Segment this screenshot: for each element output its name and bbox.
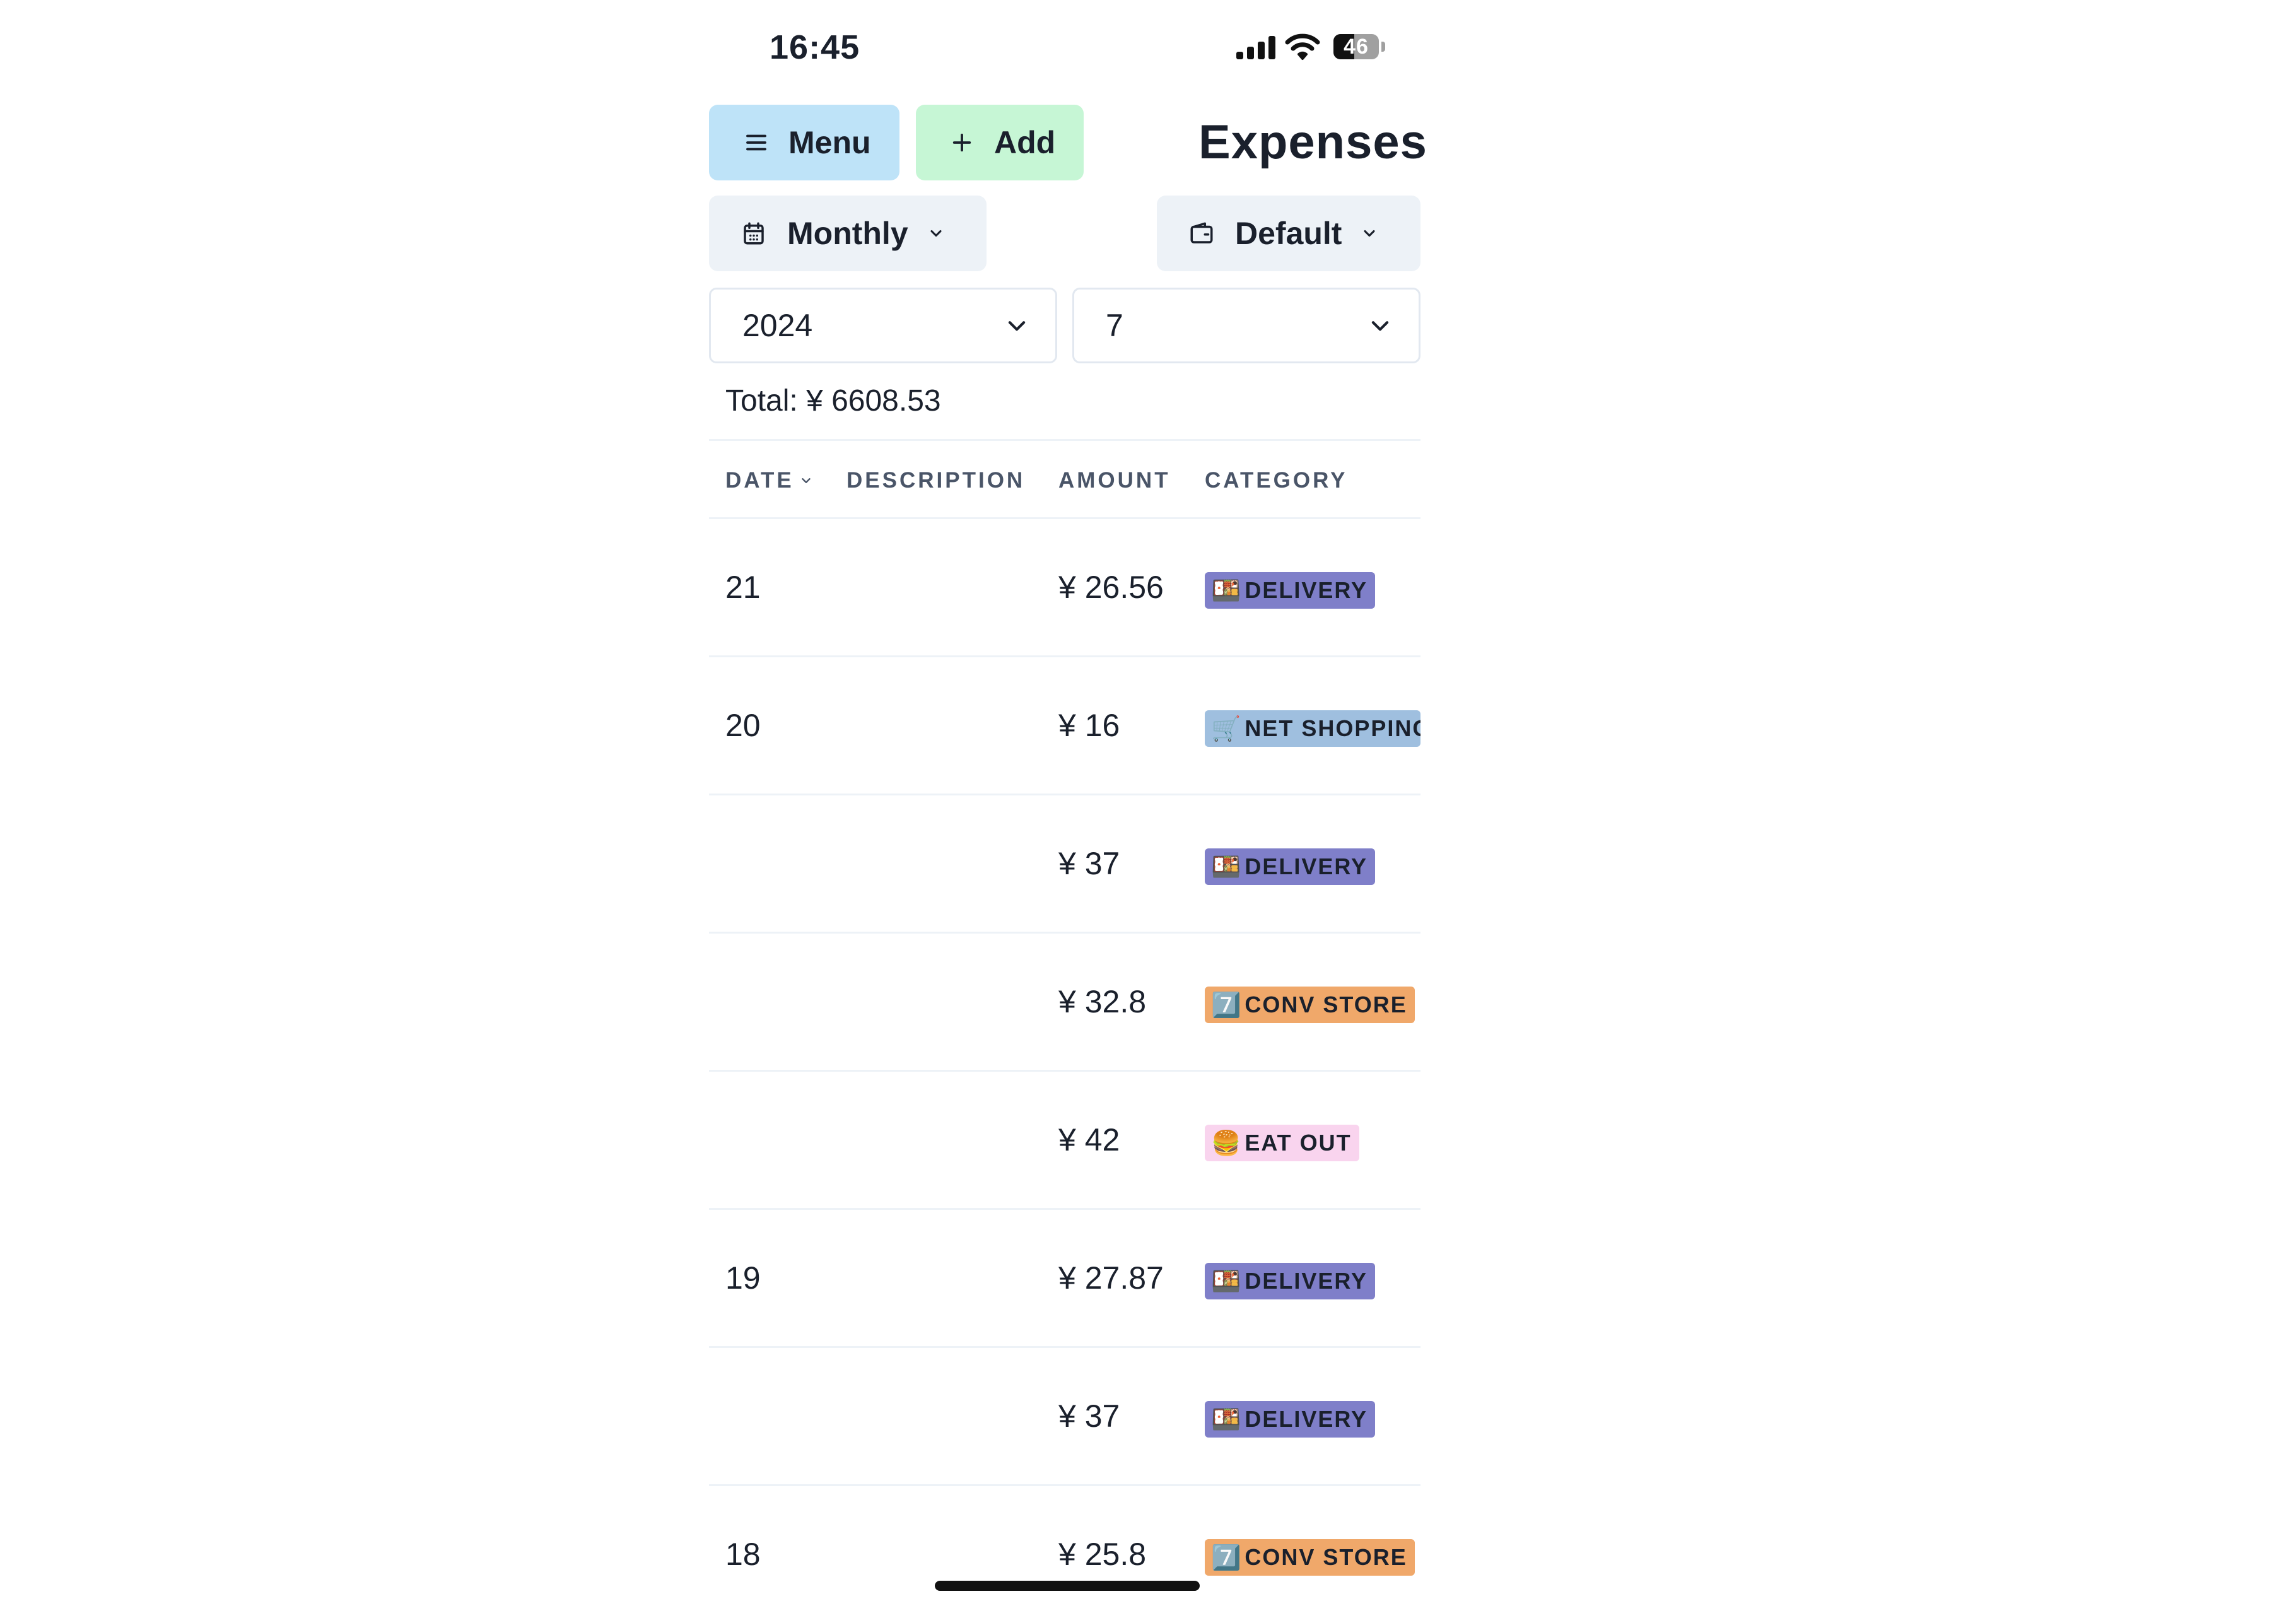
column-header-category-label: CATEGORY [1205, 468, 1348, 493]
column-header-description[interactable]: DESCRIPTION [846, 468, 1025, 493]
category-badge: 7️⃣ CONV STORE [1205, 987, 1415, 1023]
table-row[interactable]: ¥ 37 🍱 DELIVERY [709, 1347, 1420, 1485]
period-dropdown[interactable]: Monthly [709, 196, 987, 271]
category-badge: 🍔 EAT OUT [1205, 1125, 1359, 1161]
row-amount: ¥ 26.56 [1058, 570, 1164, 605]
period-label: Monthly [787, 216, 908, 251]
category-emoji-icon: 🍱 [1211, 1267, 1243, 1295]
chevron-down-icon [1371, 321, 1389, 331]
divider [709, 439, 1420, 441]
category-badge: 7️⃣ CONV STORE [1205, 1539, 1415, 1576]
table-row[interactable]: 18 ¥ 25.8 7️⃣ CONV STORE [709, 1485, 1420, 1623]
category-label: DELIVERY [1245, 1268, 1368, 1294]
row-amount: ¥ 37 [1058, 1398, 1120, 1434]
home-indicator[interactable] [935, 1581, 1200, 1591]
chevron-down-icon [930, 230, 942, 237]
table-row[interactable]: 21 ¥ 26.56 🍱 DELIVERY [709, 519, 1420, 656]
add-button[interactable]: Add [916, 105, 1084, 180]
category-badge: 🍱 DELIVERY [1205, 1263, 1376, 1299]
category-label: DELIVERY [1245, 1406, 1368, 1432]
column-header-description-label: DESCRIPTION [846, 468, 1026, 493]
phone-screen: 16:45 46 Menu Add Expenses Monthly Defau… [709, 0, 1427, 1595]
row-amount: ¥ 25.8 [1058, 1537, 1147, 1572]
category-emoji-icon: 🛒 [1211, 714, 1243, 742]
category-emoji-icon: 7️⃣ [1211, 1543, 1243, 1571]
page-title: Expenses [1198, 115, 1427, 169]
category-label: EAT OUT [1245, 1130, 1352, 1156]
chevron-down-icon [1364, 230, 1375, 237]
category-badge: 🍱 DELIVERY [1205, 848, 1376, 885]
table-row[interactable]: ¥ 32.8 7️⃣ CONV STORE [709, 933, 1420, 1070]
column-header-amount[interactable]: AMOUNT [1058, 468, 1171, 493]
category-emoji-icon: 🍱 [1211, 1405, 1243, 1433]
table-row[interactable]: 20 ¥ 16 🛒 NET SHOPPING [709, 657, 1420, 794]
column-header-date-label: DATE [725, 468, 794, 493]
category-badge: 🍱 DELIVERY [1205, 572, 1376, 609]
month-select-value: 7 [1106, 308, 1123, 343]
wifi-icon [1285, 33, 1320, 60]
hamburger-icon [746, 134, 766, 151]
category-label: NET SHOPPING [1245, 715, 1420, 741]
year-select[interactable]: 2024 [709, 288, 1057, 363]
table-row[interactable]: 19 ¥ 27.87 🍱 DELIVERY [709, 1209, 1420, 1347]
plus-icon [952, 133, 971, 152]
calendar-icon [744, 222, 764, 245]
category-badge: 🍱 DELIVERY [1205, 1401, 1376, 1438]
row-date: 19 [725, 1260, 761, 1296]
wallet-icon [1190, 222, 1213, 243]
row-amount: ¥ 42 [1058, 1122, 1120, 1157]
table-row[interactable]: ¥ 37 🍱 DELIVERY [709, 795, 1420, 932]
row-date: 21 [725, 570, 761, 605]
add-button-label: Add [994, 125, 1056, 160]
category-label: CONV STORE [1245, 992, 1407, 1017]
wallet-label: Default [1235, 216, 1342, 251]
battery-tip [1381, 42, 1385, 52]
month-select[interactable]: 7 [1072, 288, 1420, 363]
category-badge: 🛒 NET SHOPPING [1205, 710, 1420, 747]
row-amount: ¥ 16 [1058, 708, 1120, 743]
category-emoji-icon: 🍱 [1211, 852, 1243, 881]
menu-button[interactable]: Menu [709, 105, 899, 180]
column-header-category[interactable]: CATEGORY [1205, 468, 1347, 493]
battery-icon: 46 [1333, 34, 1379, 59]
row-amount: ¥ 37 [1058, 846, 1120, 881]
year-select-value: 2024 [742, 308, 813, 343]
sort-chevron-icon [801, 478, 811, 483]
row-amount: ¥ 32.8 [1058, 984, 1147, 1019]
menu-button-label: Menu [788, 125, 871, 160]
row-date: 20 [725, 708, 761, 743]
category-emoji-icon: 🍱 [1211, 576, 1243, 604]
chevron-down-icon [1008, 321, 1026, 331]
row-amount: ¥ 27.87 [1058, 1260, 1164, 1296]
category-label: DELIVERY [1245, 577, 1368, 603]
category-emoji-icon: 7️⃣ [1211, 990, 1243, 1019]
category-emoji-icon: 🍔 [1211, 1128, 1243, 1157]
battery-level: 46 [1344, 35, 1369, 59]
total-amount: Total: ¥ 6608.53 [725, 384, 941, 418]
column-header-date[interactable]: DATE [725, 468, 813, 493]
signal-icon [1236, 35, 1275, 59]
category-label: CONV STORE [1245, 1544, 1407, 1570]
column-header-amount-label: AMOUNT [1058, 468, 1171, 493]
status-time: 16:45 [770, 28, 860, 66]
row-date: 18 [725, 1537, 761, 1572]
table-row[interactable]: ¥ 42 🍔 EAT OUT [709, 1071, 1420, 1209]
wallet-dropdown[interactable]: Default [1157, 196, 1420, 271]
category-label: DELIVERY [1245, 853, 1368, 879]
